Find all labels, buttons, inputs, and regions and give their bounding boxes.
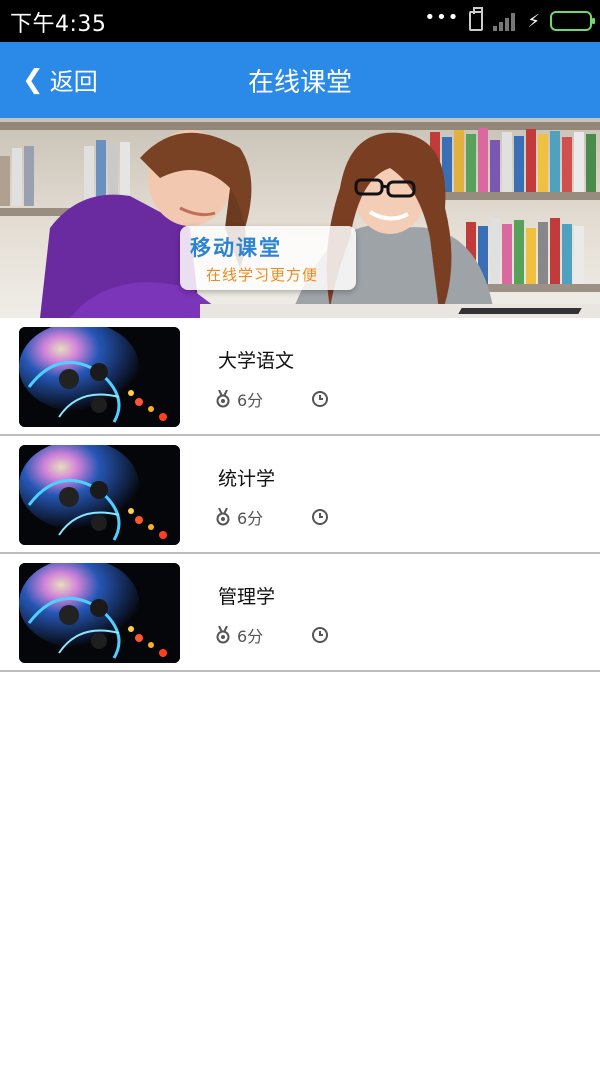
course-score: 6分 bbox=[237, 391, 264, 410]
course-item[interactable]: 大学语文 6分 bbox=[0, 318, 600, 436]
course-item[interactable]: 统计学 6分 bbox=[0, 436, 600, 554]
course-score: 6分 bbox=[237, 627, 264, 646]
status-bar: 下午4:35 ••• ⚡ bbox=[0, 0, 600, 42]
clock-icon bbox=[312, 627, 329, 643]
banner-subline: 在线学习更方便 bbox=[206, 266, 319, 284]
more-dots-icon: ••• bbox=[424, 6, 460, 28]
banner-sign: 移动课堂 在线学习更方便 bbox=[180, 226, 356, 290]
course-thumbnail bbox=[19, 327, 180, 427]
course-list: 大学语文 6分 统计学 6分 管理学 6分 bbox=[0, 318, 600, 672]
status-icons: ••• ⚡ bbox=[424, 6, 595, 34]
course-item[interactable]: 管理学 6分 bbox=[0, 554, 600, 672]
banner-headline: 移动课堂 bbox=[190, 236, 282, 260]
status-time: 下午4:35 bbox=[10, 12, 107, 37]
course-title: 管理学 bbox=[218, 586, 276, 608]
medal-icon bbox=[216, 390, 230, 408]
banner-image[interactable]: 移动课堂 在线学习更方便 bbox=[0, 118, 600, 318]
title-bar: ❮ 返回 在线课堂 bbox=[0, 42, 600, 118]
course-thumbnail bbox=[19, 563, 180, 663]
page-title: 在线课堂 bbox=[247, 68, 352, 98]
clock-icon bbox=[312, 391, 329, 407]
medal-icon bbox=[216, 508, 230, 526]
course-meta: 6分 bbox=[216, 506, 329, 528]
course-meta: 6分 bbox=[216, 388, 329, 410]
signal-icon bbox=[493, 11, 517, 31]
battery-icon bbox=[550, 11, 595, 31]
clock-icon bbox=[312, 509, 329, 525]
sim-card-icon bbox=[469, 7, 484, 31]
course-title: 统计学 bbox=[218, 468, 276, 490]
course-title: 大学语文 bbox=[218, 350, 295, 372]
course-score: 6分 bbox=[237, 509, 264, 528]
course-meta: 6分 bbox=[216, 624, 329, 646]
charging-icon: ⚡ bbox=[527, 10, 540, 32]
course-thumbnail bbox=[19, 445, 180, 545]
medal-icon bbox=[216, 626, 230, 644]
